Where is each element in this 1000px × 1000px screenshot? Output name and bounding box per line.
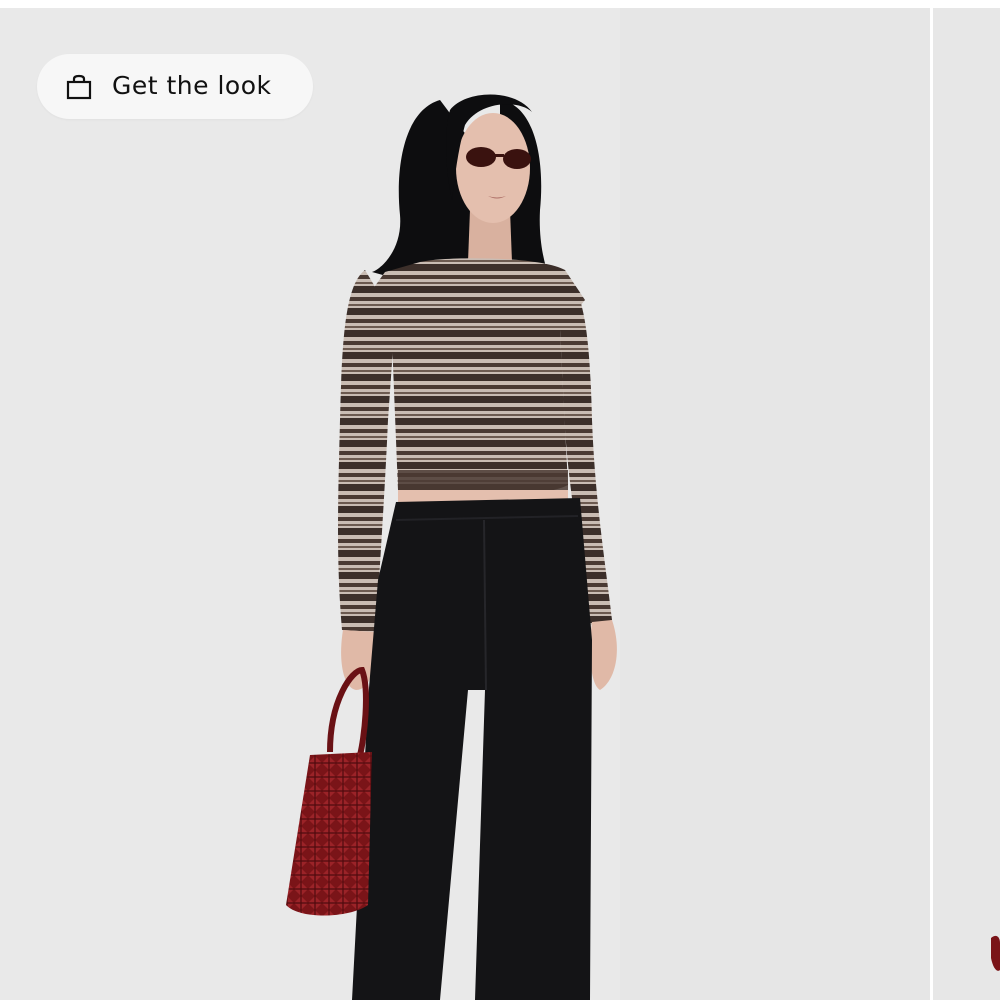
- next-photo-preview: [933, 8, 1000, 1000]
- striped-sweater: [365, 258, 585, 497]
- get-the-look-label: Get the look: [112, 71, 272, 100]
- shopping-bag-icon: [66, 74, 92, 100]
- get-the-look-button[interactable]: Get the look: [37, 54, 313, 119]
- next-product-photo[interactable]: [933, 8, 1000, 1000]
- top-margin: [0, 0, 1000, 8]
- model-illustration: [0, 8, 930, 1000]
- product-photo[interactable]: Get the look: [0, 8, 930, 1000]
